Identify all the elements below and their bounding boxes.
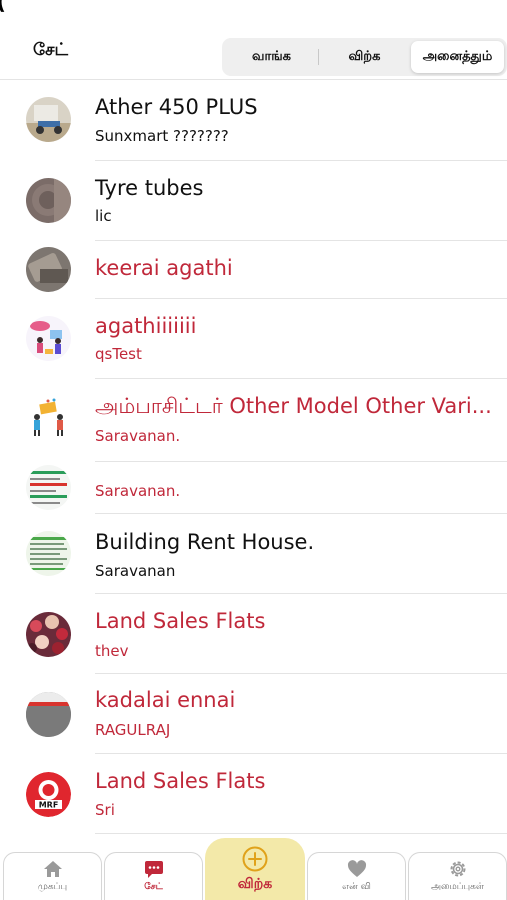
avatar	[26, 178, 71, 223]
avatar	[26, 97, 71, 142]
avatar	[26, 531, 71, 576]
chat-row[interactable]: Tyre tubes lic	[0, 161, 507, 241]
heart-icon	[347, 859, 367, 879]
gear-icon	[448, 859, 468, 879]
chat-subtitle: Sri	[95, 801, 115, 819]
avatar	[26, 316, 71, 361]
chat-subtitle: Saravanan.	[95, 482, 181, 500]
chat-row[interactable]: Building Rent House. Saravanan	[0, 514, 507, 594]
chat-row[interactable]: Saravanan.	[0, 462, 507, 514]
chat-title: Land Sales Flats	[95, 769, 266, 793]
chat-row[interactable]: kadalai ennai RAGULRAJ	[0, 674, 507, 754]
chat-subtitle: lic	[95, 207, 112, 225]
chat-title: Building Rent House.	[95, 530, 315, 554]
chat-list: Ather 450 PLUS Sunxmart ??????? Tyre tub…	[0, 81, 507, 834]
chat-row[interactable]: MRF Land Sales Flats Sri	[0, 754, 507, 834]
chat-subtitle: thev	[95, 642, 129, 660]
tab-settings-label: அமைப்புகள்	[430, 882, 485, 892]
chat-icon	[144, 859, 164, 879]
segment-sell[interactable]: விற்க	[318, 41, 411, 73]
chat-subtitle: Saravanan.	[95, 427, 181, 445]
chat-subtitle: qsTest	[95, 345, 142, 363]
tab-home[interactable]: முகப்பு	[3, 852, 102, 900]
avatar	[26, 465, 71, 510]
chat-row[interactable]: Land Sales Flats thev	[0, 594, 507, 674]
header: சேட் வாங்க விற்க அனைத்தும்	[0, 0, 507, 80]
segmented-filter: வாங்க விற்க அனைத்தும்	[222, 38, 507, 76]
tab-favorites[interactable]: என் வி	[307, 852, 406, 900]
avatar	[26, 692, 71, 737]
add-circle-icon	[242, 846, 268, 872]
chat-title: Ather 450 PLUS	[95, 95, 258, 119]
page-title: சேட்	[33, 40, 69, 60]
avatar	[26, 612, 71, 657]
chat-title: அம்பாசிட்டர் Other Model Other Vari...	[95, 394, 492, 418]
chat-subtitle: RAGULRAJ	[95, 721, 171, 739]
chat-title: keerai agathi	[95, 256, 233, 280]
tab-favorites-label: என் வி	[342, 882, 371, 892]
chat-subtitle: Sunxmart ???????	[95, 127, 229, 145]
tab-chat-label: சேட்	[144, 882, 163, 892]
segment-buy[interactable]: வாங்க	[225, 41, 318, 73]
tab-sell[interactable]: விற்க	[205, 838, 305, 900]
bottom-tab-bar: முகப்பு சேட் விற்க என் வி அமைப்புகள்	[0, 838, 507, 900]
chat-title: Tyre tubes	[95, 176, 204, 200]
chat-row[interactable]: Ather 450 PLUS Sunxmart ???????	[0, 81, 507, 161]
chat-row[interactable]: keerai agathi	[0, 241, 507, 299]
chat-subtitle: Saravanan	[95, 562, 176, 580]
chat-title: kadalai ennai	[95, 688, 236, 712]
avatar	[26, 397, 71, 442]
svg-text:MRF: MRF	[39, 801, 59, 810]
segment-all[interactable]: அனைத்தும்	[411, 41, 504, 73]
chat-row[interactable]: agathiiiiiii qsTest	[0, 299, 507, 379]
chat-title: Land Sales Flats	[95, 609, 266, 633]
tab-sell-label: விற்க	[237, 876, 273, 892]
avatar: MRF	[26, 772, 71, 817]
tab-settings[interactable]: அமைப்புகள்	[408, 852, 507, 900]
tab-chat[interactable]: சேட்	[104, 852, 203, 900]
chat-title: agathiiiiiii	[95, 314, 197, 338]
tab-home-label: முகப்பு	[37, 882, 68, 892]
avatar	[26, 247, 71, 292]
chat-row[interactable]: அம்பாசிட்டர் Other Model Other Vari... S…	[0, 379, 507, 462]
home-icon	[43, 859, 63, 879]
